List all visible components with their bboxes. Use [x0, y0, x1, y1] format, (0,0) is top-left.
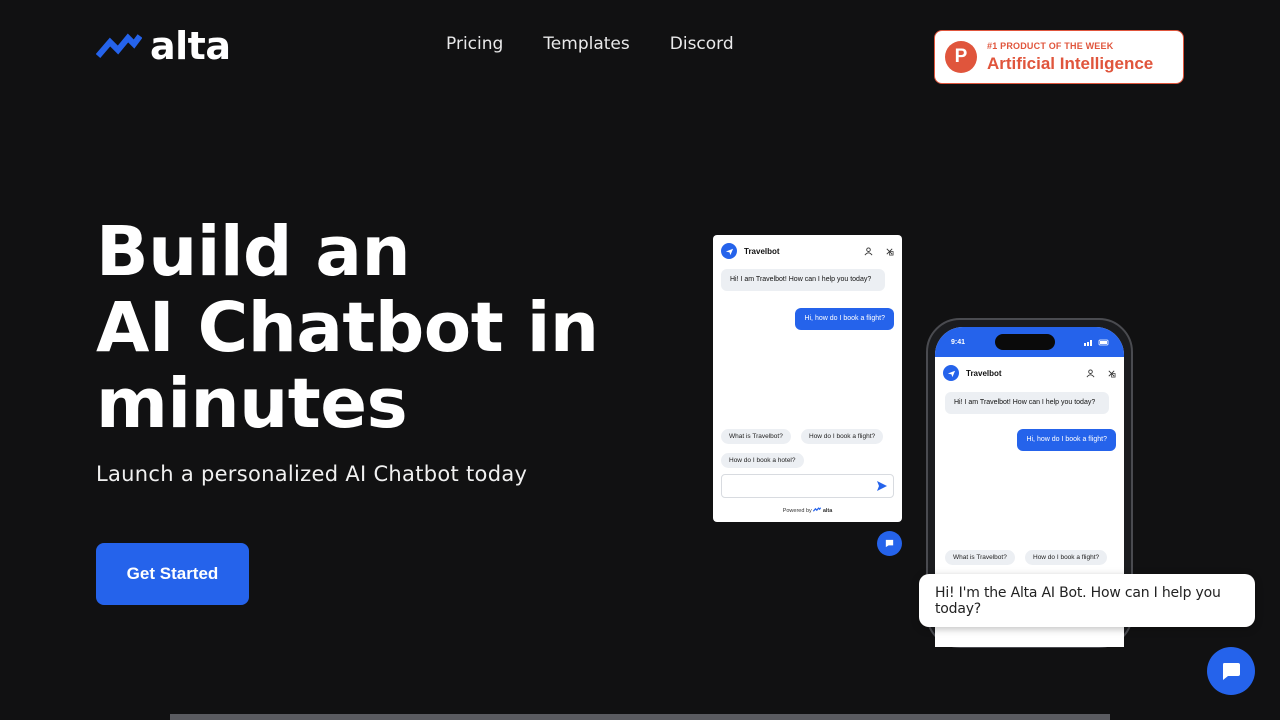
phone-bot-message: Hi! I am Travelbot! How can I help you t… — [945, 392, 1109, 414]
powered-by-brand: alta — [822, 508, 833, 514]
phone-suggestion-2: How do I book a flight? — [1025, 550, 1108, 565]
hero-title: Build an AI Chatbot in minutes — [96, 212, 599, 444]
nav-discord[interactable]: Discord — [670, 34, 734, 54]
get-started-button[interactable]: Get Started — [96, 543, 249, 605]
phone-time: 9:41 — [951, 338, 966, 346]
send-icon — [877, 481, 887, 491]
widget-powered-by: Powered by alta — [713, 507, 902, 514]
chat-bubble-icon — [1223, 663, 1240, 680]
nav-pricing[interactable]: Pricing — [446, 34, 503, 54]
phone-chat-header: Travelbot — [935, 357, 1124, 389]
user-icon — [864, 246, 873, 255]
badge-text: #1 PRODUCT OF THE WEEK Artificial Intell… — [987, 41, 1153, 74]
video-preview-edge — [170, 714, 1110, 720]
hero-title-line-1: Build an — [96, 212, 411, 292]
widget-bot-message: Hi! I am Travelbot! How can I help you t… — [721, 269, 885, 291]
powered-by-text: Powered by — [782, 508, 812, 514]
widget-user-message: Hi, how do I book a flight? — [795, 308, 894, 330]
chat-widget-preview: Travelbot Hi! I am Travelbot! How can I … — [713, 235, 902, 522]
widget-launcher-icon — [877, 531, 902, 556]
widget-bot-name: Travelbot — [744, 246, 780, 256]
product-hunt-icon: P — [945, 41, 977, 73]
clear-chat-icon — [886, 247, 894, 255]
alta-mini-icon — [813, 507, 822, 512]
badge-top-text: #1 PRODUCT OF THE WEEK — [987, 40, 1114, 51]
widget-message-input — [721, 474, 894, 498]
product-hunt-badge[interactable]: P #1 PRODUCT OF THE WEEK Artificial Inte… — [934, 30, 1184, 84]
chat-greeting-popup[interactable]: Hi! I'm the Alta AI Bot. How can I help … — [919, 574, 1255, 627]
plane-icon — [943, 365, 959, 381]
phone-header-icons — [1086, 368, 1116, 378]
signal-battery-icon — [1083, 339, 1109, 346]
phone-bot-name: Travelbot — [966, 368, 1002, 378]
main-nav: Pricing Templates Discord — [446, 34, 734, 54]
widget-suggestion-3: How do I book a hotel? — [721, 453, 804, 468]
widget-header: Travelbot — [713, 235, 902, 267]
hero-title-line-3: minutes — [96, 364, 408, 444]
logo-text: alta — [150, 24, 231, 68]
nav-templates[interactable]: Templates — [543, 34, 629, 54]
phone-status-bar: 9:41 — [935, 327, 1124, 357]
widget-header-icons — [864, 246, 894, 256]
clear-chat-icon — [1108, 369, 1116, 377]
badge-main-text: Artificial Intelligence — [987, 53, 1154, 73]
logo-icon — [96, 33, 142, 58]
dynamic-island — [994, 334, 1055, 350]
widget-suggestion-1: What is Travelbot? — [721, 429, 791, 444]
chat-launcher-button[interactable] — [1207, 647, 1255, 695]
hero-title-line-2: AI Chatbot in — [96, 288, 599, 368]
plane-icon — [721, 243, 737, 259]
phone-suggestion-1: What is Travelbot? — [945, 550, 1015, 565]
phone-user-message: Hi, how do I book a flight? — [1017, 429, 1116, 451]
logo[interactable]: alta — [96, 24, 231, 68]
hero-subtitle: Launch a personalized AI Chatbot today — [96, 462, 528, 486]
widget-suggestion-2: How do I book a flight? — [801, 429, 884, 444]
user-icon — [1086, 368, 1095, 377]
